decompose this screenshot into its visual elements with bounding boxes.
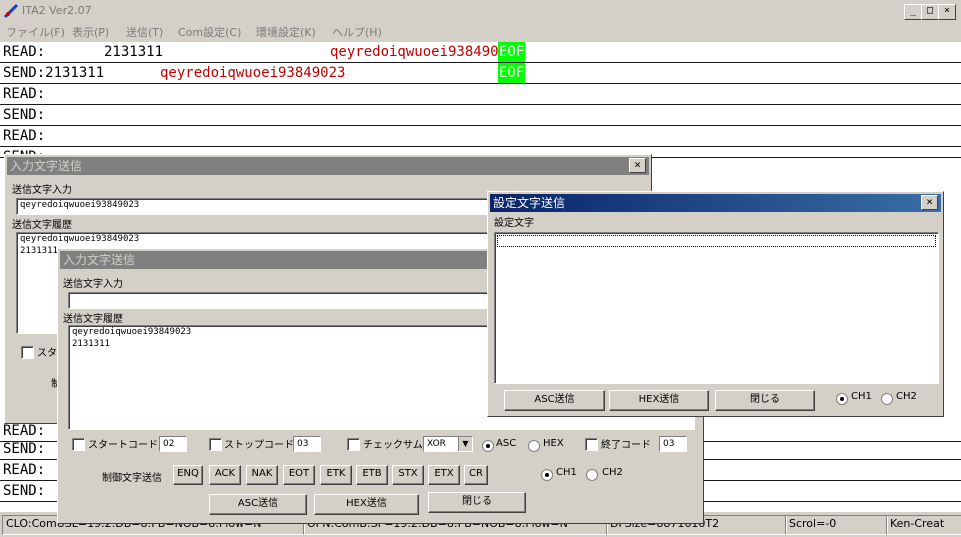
ctrl-button-cr[interactable]: CR [464,465,488,485]
close-icon[interactable]: × [921,195,938,210]
end-code-checkbox[interactable] [585,438,598,451]
hex-label: HEX [543,438,564,449]
log-label: READ: [3,462,46,478]
log-text: qeyredoiqwuoei93849023 [330,44,516,60]
ch2-label: CH2 [602,467,623,478]
ctrl-button-ack[interactable]: ACK [209,465,241,485]
start-code-label: スタ [37,348,57,359]
log-label: SEND: [3,107,46,123]
history-label: 送信文字履歴 [63,314,123,325]
menu-send[interactable]: 送信(T) [126,24,163,40]
log-label: SEND: [3,441,46,457]
dialog-title: 入力文字送信 [63,253,136,267]
ch2-radio[interactable] [586,469,598,481]
log-label: SEND:2131311 [3,65,105,81]
asc-send-button[interactable]: ASC送信 [209,494,307,515]
start-code-checkbox[interactable] [72,438,85,451]
close-dialog-button[interactable]: 閉じる [715,390,815,411]
chevron-down-icon[interactable]: ▼ [458,437,472,451]
end-code-input[interactable]: 03 [659,436,687,452]
start-code-checkbox[interactable] [21,346,34,359]
log-text: qeyredoiqwuoei93849023 [160,65,346,81]
log-row: SEND: [0,105,961,126]
ctrl-button-etb[interactable]: ETB [356,465,388,485]
ch1-label: CH1 [556,467,577,478]
log-label: READ: [3,86,46,102]
dialog-title: 設定文字送信 [493,196,566,210]
stop-code-label: ストップコード [224,440,294,451]
dialog-title-bar: 入力文字送信 [7,157,649,175]
ctrl-button-eot[interactable]: EOT [283,465,315,485]
menu-help[interactable]: ヘルプ(H) [332,24,382,40]
close-button[interactable]: × [938,4,956,20]
main-title-bar: ITA2 Ver2.07 _ □ × [0,0,961,22]
start-code-label: スタートコード [88,440,158,451]
ch1-label: CH1 [851,391,872,402]
list-item[interactable] [497,235,936,247]
hex-radio[interactable] [528,440,540,452]
ch2-label: CH2 [896,391,917,402]
end-code-label: 終了コード [601,440,651,451]
log-number: 2131311 [104,44,164,60]
ch1-radio[interactable] [541,469,553,481]
stop-code-input[interactable]: 03 [293,436,321,452]
ch1-radio[interactable] [836,393,848,405]
ctrl-button-nak[interactable]: NAK [246,465,278,485]
stop-code-checkbox[interactable] [209,438,222,451]
log-label: READ: [3,44,46,60]
maximize-button[interactable]: □ [921,4,939,20]
app-title: ITA2 Ver2.07 [22,4,92,17]
log-row: READ: 2131311 qeyredoiqwuoei93849023 EOF [0,42,961,63]
dialog-title: 入力文字送信 [10,159,83,173]
input-label: 送信文字入力 [63,279,123,290]
log-label: SEND: [3,483,46,499]
menu-com-settings[interactable]: Com設定(C) [178,24,241,40]
close-icon[interactable]: × [629,158,646,173]
asc-send-button[interactable]: ASC送信 [504,390,605,411]
log-row: SEND:2131311 qeyredoiqwuoei93849023 EOF [0,63,961,84]
asc-label: ASC [496,438,517,449]
settings-send-dialog[interactable]: 設定文字送信 × 設定文字 ASC送信 HEX送信 閉じる CH1 CH2 [487,191,944,417]
hex-send-button[interactable]: HEX送信 [609,390,709,411]
ctrl-button-stx[interactable]: STX [392,465,424,485]
log-row: READ: [0,126,961,147]
ctrl-button-etx[interactable]: ETX [428,465,460,485]
input-label: 送信文字入力 [12,185,72,196]
ctrl-label: 制御文字送信 [102,473,162,484]
log-label: READ: [3,423,46,439]
minimize-button[interactable]: _ [904,4,922,20]
status-author: Ken-Creat [886,515,961,535]
ch2-radio[interactable] [881,393,893,405]
checksum-checkbox[interactable] [347,438,360,451]
settings-list[interactable] [494,232,939,384]
eof-marker: EOF [498,63,526,83]
start-code-input[interactable]: 02 [159,436,187,452]
close-dialog-button[interactable]: 閉じる [428,492,526,513]
menu-view[interactable]: 表示(P) [72,24,109,40]
history-label: 送信文字履歴 [12,220,72,231]
menu-file[interactable]: ファイル(F) [6,24,65,40]
log-row: READ: [0,84,961,105]
log-label: READ: [3,128,46,144]
hex-send-button[interactable]: HEX送信 [314,494,419,515]
app-icon [4,4,18,18]
dialog-title-bar: 設定文字送信 [490,194,941,212]
menu-env-settings[interactable]: 環境設定(K) [256,24,316,40]
asc-radio[interactable] [482,440,494,452]
checksum-select[interactable]: XOR ▼ [423,436,473,452]
eof-marker: EOF [498,42,526,62]
settings-label: 設定文字 [494,218,534,229]
checksum-label: チェックサム [363,440,423,451]
ctrl-button-etk[interactable]: ETK [320,465,352,485]
menu-bar: ファイル(F) 表示(P) 送信(T) Com設定(C) 環境設定(K) ヘルプ… [0,22,961,42]
status-scroll: Scrol=-0 [785,515,888,535]
ctrl-button-enq[interactable]: ENQ [173,465,203,485]
